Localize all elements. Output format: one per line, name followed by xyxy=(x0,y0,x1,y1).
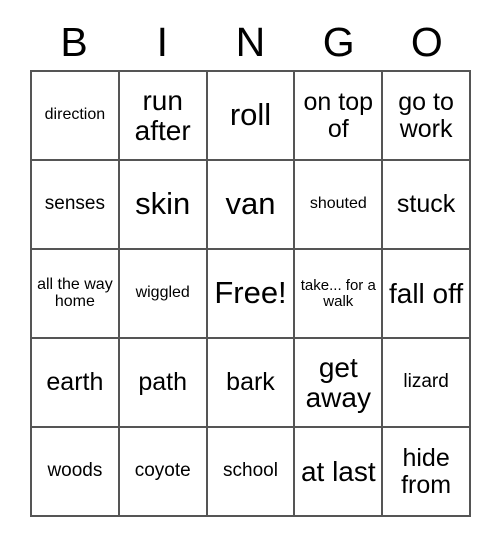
bingo-cell-label: bark xyxy=(226,368,275,397)
bingo-cell-label: woods xyxy=(47,460,103,482)
bingo-cell-n2[interactable]: van xyxy=(207,161,296,250)
bingo-cell-g4[interactable]: get away xyxy=(295,339,384,428)
bingo-row-4: earth path bark get away lizard xyxy=(32,339,471,428)
bingo-cell-g3[interactable]: take... for a walk xyxy=(295,250,384,339)
bingo-cell-label: all the way home xyxy=(37,275,113,310)
bingo-header-letter-i: I xyxy=(156,18,168,65)
bingo-header-letter-o: O xyxy=(410,18,443,65)
bingo-cell-n4[interactable]: bark xyxy=(207,339,296,428)
bingo-cell-label: lizard xyxy=(403,371,449,393)
bingo-cell-i3[interactable]: wiggled xyxy=(119,250,208,339)
bingo-row-1: direction run after roll on top of go to… xyxy=(32,72,471,161)
bingo-row-3: all the way home wiggled Free! take... f… xyxy=(32,250,471,339)
bingo-cell-i1[interactable]: run after xyxy=(119,72,208,161)
bingo-header-row: B I N G O xyxy=(30,14,471,70)
bingo-cell-label: on top of xyxy=(303,88,374,143)
bingo-cell-o5[interactable]: hide from xyxy=(383,428,471,517)
bingo-cell-label: senses xyxy=(44,193,105,215)
bingo-cell-label: wiggled xyxy=(135,284,190,302)
bingo-cell-o1[interactable]: go to work xyxy=(383,72,471,161)
bingo-cell-n1[interactable]: roll xyxy=(207,72,296,161)
bingo-cell-o3[interactable]: fall off xyxy=(383,250,471,339)
bingo-cell-b5[interactable]: woods xyxy=(32,428,120,517)
bingo-cell-i4[interactable]: path xyxy=(119,339,208,428)
bingo-cell-g2[interactable]: shouted xyxy=(295,161,384,250)
bingo-cell-label: stuck xyxy=(396,190,456,219)
bingo-cell-label: school xyxy=(223,460,278,482)
bingo-header-letter-b: B xyxy=(60,18,88,65)
bingo-cell-label: go to work xyxy=(398,88,454,143)
bingo-header-letter-n: N xyxy=(235,18,266,65)
bingo-cell-label: earth xyxy=(46,368,104,397)
bingo-header-letter-g: G xyxy=(322,18,355,65)
bingo-cell-label: roll xyxy=(229,97,272,133)
bingo-cell-label: skin xyxy=(135,186,191,222)
bingo-cell-label: direction xyxy=(44,106,106,124)
bingo-cell-label: hide from xyxy=(401,444,452,499)
bingo-grid: direction run after roll on top of go to… xyxy=(30,70,471,517)
bingo-cell-label: shouted xyxy=(309,195,367,213)
bingo-cell-o2[interactable]: stuck xyxy=(383,161,471,250)
bingo-cell-n5[interactable]: school xyxy=(207,428,296,517)
bingo-card: B I N G O direction run after roll on to… xyxy=(30,14,471,517)
bingo-cell-b2[interactable]: senses xyxy=(32,161,120,250)
bingo-row-5: woods coyote school at last hide from xyxy=(32,428,471,517)
bingo-cell-free-space[interactable]: Free! xyxy=(207,250,296,339)
bingo-cell-label: fall off xyxy=(388,277,464,309)
bingo-cell-label: van xyxy=(225,186,276,222)
bingo-cell-label: run after xyxy=(134,84,191,146)
bingo-cell-g5[interactable]: at last xyxy=(295,428,384,517)
bingo-cell-b3[interactable]: all the way home xyxy=(32,250,120,339)
bingo-cell-label: path xyxy=(138,368,188,397)
bingo-row-2: senses skin van shouted stuck xyxy=(32,161,471,250)
bingo-cell-label: at last xyxy=(300,455,376,487)
bingo-cell-b4[interactable]: earth xyxy=(32,339,120,428)
bingo-cell-o4[interactable]: lizard xyxy=(383,339,471,428)
bingo-cell-i2[interactable]: skin xyxy=(119,161,208,250)
bingo-cell-label: take... for a walk xyxy=(300,276,376,310)
bingo-cell-label: coyote xyxy=(134,460,191,482)
bingo-free-space-label: Free! xyxy=(214,275,287,311)
bingo-cell-label: get away xyxy=(305,351,371,413)
bingo-cell-b1[interactable]: direction xyxy=(32,72,120,161)
bingo-cell-g1[interactable]: on top of xyxy=(295,72,384,161)
bingo-cell-i5[interactable]: coyote xyxy=(119,428,208,517)
